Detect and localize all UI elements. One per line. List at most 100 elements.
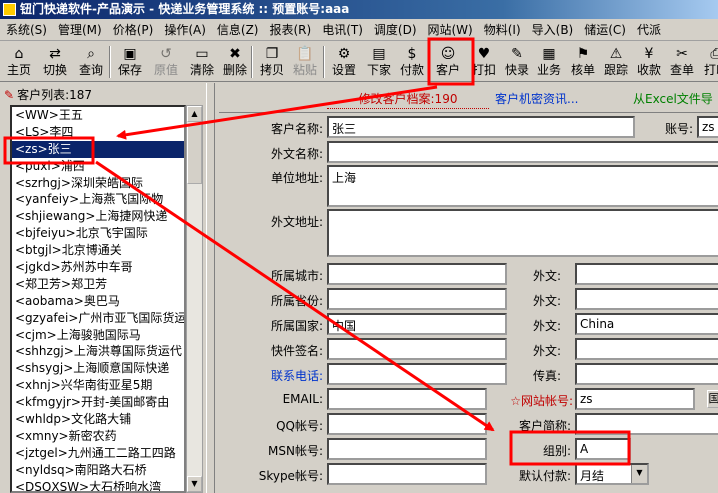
menu-telecom[interactable]: 电讯(T): [316, 19, 368, 40]
menu-delivery[interactable]: 代派: [631, 19, 666, 40]
toolbar-button-search-order[interactable]: ✂ 查单: [666, 44, 698, 80]
city-foreign-label: 外文:: [532, 269, 561, 283]
menu-system[interactable]: 系统(S): [0, 19, 52, 40]
company-address-field[interactable]: 上海: [327, 165, 718, 207]
qq-field[interactable]: [327, 413, 487, 435]
toolbar-button-switch[interactable]: ⇄ 切换: [39, 44, 71, 80]
toolbar-button-discount[interactable]: ♥ 打扣: [468, 44, 500, 80]
chevron-down-icon[interactable]: ▼: [631, 465, 647, 483]
panel-splitter[interactable]: [206, 83, 215, 493]
toolbar-button-clear[interactable]: ▭ 清除: [186, 44, 218, 80]
city-field[interactable]: [327, 263, 507, 285]
scroll-down-icon[interactable]: ▼: [187, 476, 202, 492]
toolbar-button-delete[interactable]: ✖ 删除: [219, 44, 251, 80]
toolbar-button-original-value[interactable]: ↺ 原值: [150, 44, 182, 80]
city-foreign-field[interactable]: [575, 263, 718, 285]
menu-materials[interactable]: 物料(I): [478, 19, 526, 40]
list-item[interactable]: <xmny>新密农药: [12, 428, 184, 445]
menu-dispatch[interactable]: 调度(D): [368, 19, 422, 40]
scroll-thumb[interactable]: [187, 124, 202, 184]
province-label: 所属省份:: [270, 294, 323, 308]
toolbar-button-save[interactable]: ▣ 保存: [114, 44, 146, 80]
toolbar-button-verify[interactable]: ⚑ 核单: [567, 44, 599, 80]
paste-icon: 📋: [296, 46, 314, 62]
province-field[interactable]: [327, 288, 507, 310]
menu-storage[interactable]: 储运(C): [578, 19, 631, 40]
default-payment-select[interactable]: 月结 ▼: [575, 463, 649, 485]
signature-label: 快件签名:: [270, 344, 323, 358]
toolbar-button-business[interactable]: ▦ 业务: [533, 44, 565, 80]
menu-website[interactable]: 网站(W): [422, 19, 478, 40]
menu-manage[interactable]: 管理(M): [52, 19, 107, 40]
country-label: 所属国家:: [270, 319, 323, 333]
list-item[interactable]: <郑卫芳>郑卫芳: [12, 276, 184, 293]
email-field[interactable]: [327, 388, 487, 410]
toolbar-button-receive[interactable]: ¥ 收款: [633, 44, 665, 80]
toolbar-button-label: 收款: [636, 63, 661, 77]
list-item[interactable]: <szrhgj>深圳荣皓国际: [12, 175, 184, 192]
menu-report[interactable]: 报表(R): [263, 19, 316, 40]
customer-listbox[interactable]: <WW>王五 <LS>李四 <zs>张三 <puxi>浦西 <szrhgj>深圳荣皓国际…: [10, 105, 186, 493]
web-account-button[interactable]: 国: [707, 390, 718, 408]
phone-field[interactable]: [327, 363, 507, 385]
list-item[interactable]: <btgjl>北京博通关: [12, 242, 184, 259]
account-no-label: 账号:: [664, 122, 693, 136]
short-name-field[interactable]: [575, 413, 718, 435]
toolbar-button-customer[interactable]: ☺ 客户: [432, 44, 464, 80]
list-item[interactable]: <whldp>文化路大铺: [12, 411, 184, 428]
group-field[interactable]: A: [575, 438, 631, 460]
list-item[interactable]: <gzyafei>广州市亚飞国际货运: [12, 310, 184, 327]
toolbar-button-track[interactable]: ⚠ 跟踪: [600, 44, 632, 80]
menu-import[interactable]: 导入(B): [526, 19, 579, 40]
fax-field[interactable]: [575, 363, 718, 385]
toolbar-button-settings[interactable]: ⚙ 设置: [328, 44, 360, 80]
skype-field[interactable]: [327, 463, 487, 485]
tab-secret-info[interactable]: 客户机密资讯...: [495, 89, 578, 109]
toolbar-button-copy[interactable]: ❐ 拷贝: [256, 44, 288, 80]
signature-field[interactable]: [327, 338, 507, 360]
msn-field[interactable]: [327, 438, 487, 460]
customer-name-field[interactable]: 张三: [327, 116, 635, 138]
menu-info[interactable]: 信息(Z): [211, 19, 264, 40]
toolbar-button-query[interactable]: ⌕ 查询: [75, 44, 107, 80]
web-account-field[interactable]: zs: [575, 388, 695, 410]
country-foreign-field[interactable]: China: [575, 313, 718, 335]
list-item[interactable]: <shhzgj>上海洪尊国际货运代: [12, 343, 184, 360]
phone-label[interactable]: 联系电话:: [239, 367, 323, 384]
scroll-up-icon[interactable]: ▲: [187, 106, 202, 122]
list-item[interactable]: <WW>王五: [12, 107, 184, 124]
toolbar-button-payment[interactable]: $ 付款: [396, 44, 428, 80]
list-item[interactable]: <yanfeiy>上海燕飞国际物: [12, 191, 184, 208]
toolbar-button-quick-entry[interactable]: ✎ 快录: [501, 44, 533, 80]
toolbar-button-print[interactable]: ⎙打印: [700, 44, 718, 80]
tab-edit-archive[interactable]: 修改客户档案:190: [327, 89, 489, 109]
province-foreign-field[interactable]: [575, 288, 718, 310]
foreign-address-field[interactable]: [327, 209, 718, 257]
tab-excel-import[interactable]: 从Excel文件导: [633, 89, 713, 109]
account-no-field[interactable]: zs: [697, 116, 718, 138]
list-item[interactable]: <cjm>上海骏驰国际马: [12, 327, 184, 344]
list-item[interactable]: <kfmgyjr>开封-美国邮寄由: [12, 394, 184, 411]
menu-price[interactable]: 价格(P): [107, 19, 159, 40]
list-item[interactable]: <xhnj>兴华南街亚星5期: [12, 377, 184, 394]
list-item[interactable]: <shjiewang>上海捷网快递: [12, 208, 184, 225]
list-item[interactable]: <jztgel>九州通工二路工四路: [12, 445, 184, 462]
country-field[interactable]: 中国: [327, 313, 507, 335]
list-item[interactable]: <jgkd>苏州苏中车哥: [12, 259, 184, 276]
toolbar-button-home[interactable]: ⌂ 主页: [3, 44, 35, 80]
list-item[interactable]: <aobama>奥巴马: [12, 293, 184, 310]
menu-operate[interactable]: 操作(A): [158, 19, 211, 40]
signature-foreign-field[interactable]: [575, 338, 718, 360]
toolbar-button-next-agent[interactable]: ▤ 下家: [363, 44, 395, 80]
list-item[interactable]: <DSQXSW>大石桥响水湾: [12, 479, 184, 491]
list-item[interactable]: <puxi>浦西: [12, 158, 184, 175]
foreign-name-field[interactable]: [327, 141, 718, 163]
list-scrollbar[interactable]: ▲ ▼: [186, 105, 203, 493]
list-item[interactable]: <LS>李四: [12, 124, 184, 141]
list-item[interactable]: <bjfeiyu>北京飞宇国际: [12, 225, 184, 242]
list-item[interactable]: <nyldsq>南阳路大石桥: [12, 462, 184, 479]
toolbar-button-paste[interactable]: 📋 粘贴: [289, 44, 321, 80]
list-item-selected[interactable]: <zs>张三: [12, 140, 184, 158]
list-item[interactable]: <shsygj>上海顺意国际快递: [12, 360, 184, 377]
customer-icon: ☺: [440, 46, 456, 62]
